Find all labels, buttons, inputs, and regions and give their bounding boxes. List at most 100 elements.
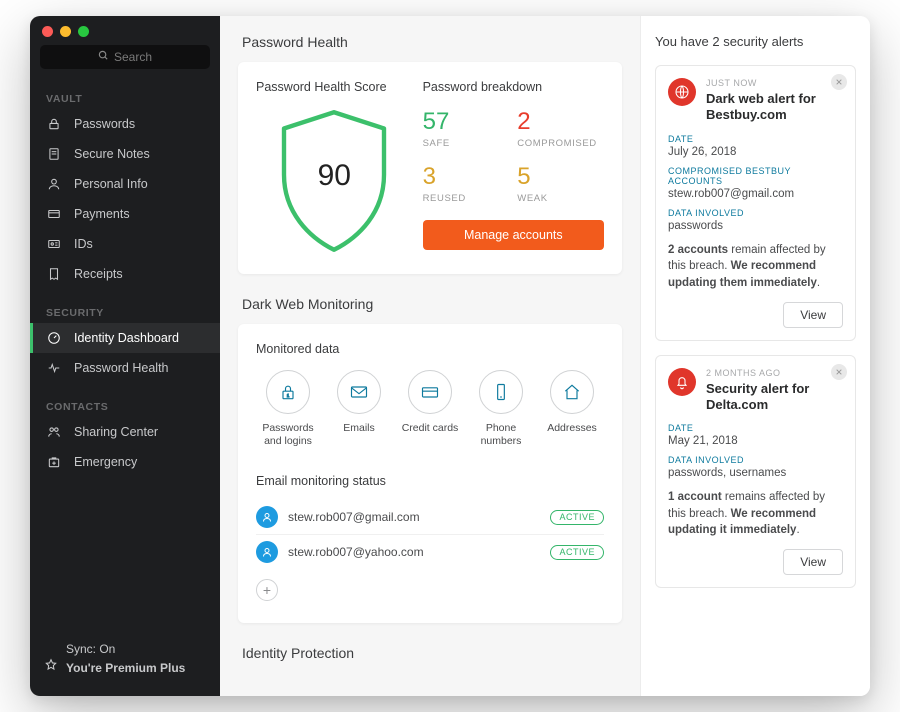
emergency-icon	[46, 454, 62, 470]
monitored-label: Monitored data	[256, 342, 604, 356]
sidebar-item-password-health[interactable]: Password Health	[30, 353, 220, 383]
mail-icon	[337, 370, 381, 414]
plan-status: You're Premium Plus	[66, 659, 204, 678]
alert-field-value: passwords	[668, 220, 843, 232]
monitored-label-text: Passwords and logins	[262, 422, 313, 447]
alert-field-label: DATA INVOLVED	[668, 208, 843, 218]
close-icon[interactable]	[831, 364, 847, 380]
sidebar-label: Password Health	[74, 361, 169, 375]
person-icon	[46, 176, 62, 192]
lock-icon	[46, 116, 62, 132]
breakdown-weak-num: 5	[517, 163, 604, 191]
sidebar-label: Passwords	[74, 117, 135, 131]
alerts-title: You have 2 security alerts	[655, 34, 856, 49]
sidebar-label: Personal Info	[74, 177, 148, 191]
note-icon	[46, 146, 62, 162]
breakdown-label: Password breakdown	[423, 80, 604, 94]
alert-field-value: May 21, 2018	[668, 435, 843, 447]
pulse-icon	[46, 360, 62, 376]
sidebar-item-identity-dashboard[interactable]: Identity Dashboard	[30, 323, 220, 353]
monitored-phones[interactable]: Phone numbers	[469, 370, 533, 448]
health-score: 90	[269, 106, 399, 256]
search-input[interactable]: Search	[40, 45, 210, 69]
nav-header-contacts: CONTACTS	[30, 395, 220, 417]
email-status-label: Email monitoring status	[256, 474, 604, 488]
score-label: Password Health Score	[256, 80, 413, 94]
sidebar-label: IDs	[74, 237, 93, 251]
globe-alert-icon	[668, 78, 696, 106]
close-icon[interactable]	[831, 74, 847, 90]
breakdown-reused-num: 3	[423, 163, 510, 191]
section-title-identity-protection: Identity Protection	[242, 645, 622, 661]
nav-header-vault: VAULT	[30, 87, 220, 109]
sidebar-label: Receipts	[74, 267, 123, 281]
sidebar-item-passwords[interactable]: Passwords	[30, 109, 220, 139]
bell-alert-icon	[668, 368, 696, 396]
breakdown-weak[interactable]: 5 WEAK	[517, 163, 604, 204]
sidebar: Search VAULT Passwords Secure Notes Pers…	[30, 16, 220, 696]
alert-when: 2 MONTHS AGO	[706, 368, 843, 378]
app-window: Search VAULT Passwords Secure Notes Pers…	[30, 16, 870, 696]
sidebar-item-sharing-center[interactable]: Sharing Center	[30, 417, 220, 447]
maximize-window-icon[interactable]	[78, 26, 89, 37]
home-icon	[550, 370, 594, 414]
monitored-cards[interactable]: Credit cards	[398, 370, 462, 448]
alert-field-label: DATA INVOLVED	[668, 455, 843, 465]
monitored-label-text: Emails	[343, 422, 375, 434]
sidebar-item-secure-notes[interactable]: Secure Notes	[30, 139, 220, 169]
alert-title: Dark web alert for Bestbuy.com	[706, 91, 843, 124]
sidebar-label: Secure Notes	[74, 147, 150, 161]
close-window-icon[interactable]	[42, 26, 53, 37]
phone-icon	[479, 370, 523, 414]
avatar-icon	[256, 541, 278, 563]
section-title-password-health: Password Health	[242, 34, 622, 50]
breakdown-compromised[interactable]: 2 COMPROMISED	[517, 108, 604, 149]
alert-body: 1 account remains affected by this breac…	[668, 489, 843, 539]
view-button[interactable]: View	[783, 549, 843, 575]
password-health-card: Password Health Score 90 Password breakd…	[238, 62, 622, 274]
status-badge: ACTIVE	[550, 545, 604, 560]
id-icon	[46, 236, 62, 252]
email-row[interactable]: stew.rob007@yahoo.com ACTIVE	[256, 535, 604, 569]
email-row[interactable]: stew.rob007@gmail.com ACTIVE	[256, 500, 604, 535]
alert-field-value: stew.rob007@gmail.com	[668, 188, 843, 200]
sidebar-item-ids[interactable]: IDs	[30, 229, 220, 259]
sidebar-item-personal-info[interactable]: Personal Info	[30, 169, 220, 199]
sidebar-item-receipts[interactable]: Receipts	[30, 259, 220, 289]
minimize-window-icon[interactable]	[60, 26, 71, 37]
monitored-addresses[interactable]: Addresses	[540, 370, 604, 448]
add-email-button[interactable]: +	[256, 579, 278, 601]
breakdown-weak-label: WEAK	[517, 193, 604, 204]
alert-field-label: DATE	[668, 134, 843, 144]
breakdown-compromised-label: COMPROMISED	[517, 138, 604, 149]
card-icon	[408, 370, 452, 414]
alert-title: Security alert for Delta.com	[706, 381, 843, 414]
manage-accounts-button[interactable]: Manage accounts	[423, 220, 604, 250]
breakdown-reused-label: REUSED	[423, 193, 510, 204]
sidebar-item-emergency[interactable]: Emergency	[30, 447, 220, 477]
dashboard-icon	[46, 330, 62, 346]
search-placeholder: Search	[114, 50, 152, 64]
breakdown-safe[interactable]: 57 SAFE	[423, 108, 510, 149]
sidebar-item-payments[interactable]: Payments	[30, 199, 220, 229]
status-badge: ACTIVE	[550, 510, 604, 525]
view-button[interactable]: View	[783, 302, 843, 328]
alert-field-value: passwords, usernames	[668, 467, 843, 479]
star-icon	[44, 658, 58, 678]
breakdown-safe-label: SAFE	[423, 138, 510, 149]
alert-card: JUST NOW Dark web alert for Bestbuy.com …	[655, 65, 856, 341]
breakdown-safe-num: 57	[423, 108, 510, 136]
sidebar-label: Sharing Center	[74, 425, 158, 439]
card-icon	[46, 206, 62, 222]
sync-status: Sync: On	[66, 640, 204, 659]
sidebar-label: Payments	[74, 207, 130, 221]
monitored-label-text: Credit cards	[402, 422, 459, 434]
monitored-emails[interactable]: Emails	[327, 370, 391, 448]
email-address: stew.rob007@yahoo.com	[288, 545, 540, 559]
monitored-label-text: Addresses	[547, 422, 597, 434]
monitored-passwords[interactable]: 1 Passwords and logins	[256, 370, 320, 448]
breakdown-reused[interactable]: 3 REUSED	[423, 163, 510, 204]
breakdown-compromised-num: 2	[517, 108, 604, 136]
receipt-icon	[46, 266, 62, 282]
sidebar-footer: Sync: On You're Premium Plus	[30, 626, 220, 696]
